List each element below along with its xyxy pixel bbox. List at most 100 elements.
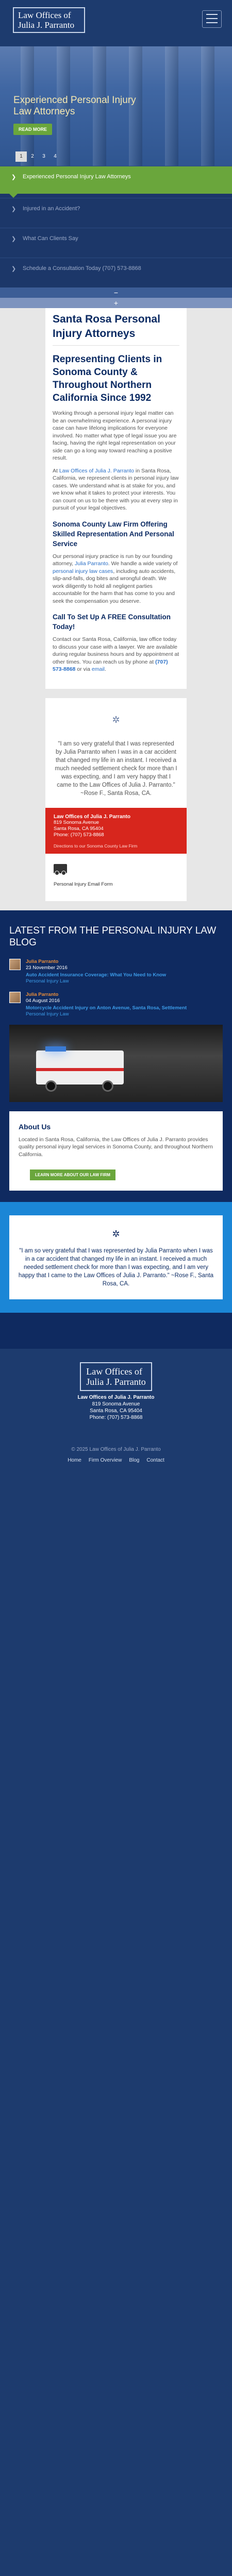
footer-address: Law Offices of Julia J. Parranto 819 Son… — [0, 1394, 232, 1421]
slide-dot-3[interactable]: 3 — [38, 151, 49, 162]
slide-dot-2[interactable]: 2 — [27, 151, 38, 162]
tab-experienced-attorneys[interactable]: ❯ Experienced Personal Injury Law Attorn… — [0, 166, 232, 198]
paragraph-intro: Working through a personal injury legal … — [53, 410, 177, 461]
email-link[interactable]: email — [92, 666, 105, 672]
slide-dot-1[interactable]: 1 — [15, 151, 27, 162]
footer-firm: Law Offices of Julia J. Parranto — [77, 1395, 155, 1400]
testimonial-text: "I am so very grateful that I was repres… — [55, 740, 177, 796]
blog-post[interactable]: Julia Parranto 23 November 2016 Auto Acc… — [9, 958, 223, 985]
spacer — [0, 1313, 232, 1349]
lead-heading: Representing Clients in Sonoma County & … — [53, 354, 162, 403]
post-title[interactable]: Auto Accident Insurance Coverage: What Y… — [26, 972, 166, 978]
expand-bar[interactable]: + — [0, 298, 232, 308]
learn-more-button[interactable]: LEARN MORE ABOUT OUR LAW FIRM — [30, 1170, 115, 1180]
blog-post[interactable]: Julia Parranto 04 August 2016 Motorcycle… — [9, 991, 223, 1018]
tab-label: Injured in an Accident? — [23, 206, 80, 212]
tab-schedule-consultation[interactable]: ❯ Schedule a Consultation Today (707) 57… — [0, 258, 232, 287]
about-card: About Us Located in Santa Rosa, Californ… — [9, 1111, 223, 1191]
footer-link-contact[interactable]: Contact — [146, 1458, 164, 1463]
tab-clients-say[interactable]: ❯ What Can Clients Say — [0, 228, 232, 258]
chevron-right-icon: ❯ — [11, 174, 16, 180]
post-author[interactable]: Julia Parranto — [26, 992, 187, 998]
page: Law Offices of Julia J. Parranto Experie… — [0, 0, 232, 1473]
office-city: Santa Rosa, CA 95404 — [54, 825, 104, 832]
chevron-right-icon: ❯ — [11, 236, 16, 242]
logo-line-2: Julia J. Parranto — [86, 1377, 146, 1387]
attorney-link[interactable]: Julia Parranto — [75, 561, 108, 567]
tab-injured[interactable]: ❯ Injured in an Accident? — [0, 198, 232, 228]
paragraph-practice: Our personal injury practice is run by o… — [53, 553, 179, 605]
footer-link-blog[interactable]: Blog — [129, 1458, 139, 1463]
site-header: Law Offices of Julia J. Parranto — [0, 0, 232, 46]
text: or via — [75, 666, 92, 672]
blog-heading: LATEST FROM THE PERSONAL INJURY LAW BLOG — [9, 925, 217, 948]
post-date: 23 November 2016 — [26, 964, 68, 971]
text: . We handle a wide variety of — [108, 561, 178, 567]
paragraph-firm: At Law Offices of Julia J. Parranto in S… — [53, 467, 179, 512]
text: in Santa Rosa, California, we represent … — [53, 467, 179, 512]
truck-icon — [54, 863, 67, 875]
collapse-bar[interactable]: − — [0, 287, 232, 298]
hamburger-menu-icon[interactable] — [202, 10, 222, 28]
author-avatar — [9, 991, 21, 1003]
testimonial-text: "I am so very grateful that I was repres… — [18, 1248, 214, 1287]
ambulance-image — [9, 1024, 223, 1102]
chevron-right-icon: ❯ — [11, 266, 16, 272]
chevron-right-icon: ❯ — [11, 206, 16, 212]
post-title[interactable]: Motorcycle Accident Injury on Anton Aven… — [26, 1005, 187, 1011]
text: . — [104, 666, 106, 672]
email-form-card[interactable]: Personal Injury Email Form — [45, 853, 187, 901]
quote-icon: ✲ — [112, 714, 120, 725]
about-heading: About Us — [19, 1122, 51, 1131]
office-firm-name: Law Offices of Julia J. Parranto — [54, 814, 130, 820]
slider-tabs: ❯ Experienced Personal Injury Law Attorn… — [0, 166, 232, 287]
page-title: Santa Rosa Personal Injury Attorneys — [53, 312, 179, 346]
footer-link-home[interactable]: Home — [68, 1458, 81, 1463]
slide-dot-4[interactable]: 4 — [49, 151, 61, 162]
office-phone[interactable]: Phone: (707) 573-8868 — [54, 832, 178, 838]
quote-icon: ✲ — [112, 1229, 120, 1239]
author-avatar — [9, 958, 21, 970]
slider-pagination: 1 2 3 4 — [15, 151, 61, 162]
tab-label: Schedule a Consultation Today (707) 573-… — [23, 265, 141, 272]
subheading-representation: Sonoma County Law Firm Offering Skilled … — [53, 520, 174, 548]
testimonial-section: ✲ "I am so very grateful that I was repr… — [0, 1202, 232, 1313]
hero-slider: Experienced Personal Injury Law Attorney… — [0, 46, 232, 166]
logo-line-2: Julia J. Parranto — [18, 20, 75, 30]
post-category[interactable]: Personal Injury Law — [26, 978, 166, 985]
testimonial-card: ✲ "I am so very grateful that I was repr… — [45, 698, 187, 808]
footer-phone[interactable]: Phone: (707) 573-8868 — [90, 1415, 143, 1420]
office-info: Law Offices of Julia J. Parranto 819 Son… — [45, 807, 187, 854]
post-category[interactable]: Personal Injury Law — [26, 1011, 187, 1018]
read-more-button[interactable]: READ MORE — [13, 124, 53, 135]
logo-line-1: Law Offices of — [86, 1366, 142, 1377]
footer-nav: Home Firm Overview Blog Contact — [0, 1458, 232, 1463]
testimonial-card: ✲ "I am so very grateful that I was repr… — [9, 1215, 223, 1299]
footer-link-firm-overview[interactable]: Firm Overview — [89, 1458, 122, 1463]
footer-city: Santa Rosa, CA 95404 — [90, 1408, 142, 1414]
content-wrapper: Santa Rosa Personal Injury Attorneys Rep… — [0, 308, 232, 910]
site-logo[interactable]: Law Offices of Julia J. Parranto — [13, 7, 85, 33]
footer-logo[interactable]: Law Offices of Julia J. Parranto — [80, 1362, 152, 1391]
logo-line-1: Law Offices of — [18, 10, 71, 20]
copyright: © 2025 Law Offices of Julia J. Parranto — [71, 1447, 161, 1452]
hero-title: Experienced Personal Injury Law Attorney… — [13, 95, 136, 117]
footer-street: 819 Sonoma Avenue — [92, 1401, 140, 1407]
post-author[interactable]: Julia Parranto — [26, 959, 166, 965]
firm-link[interactable]: Law Offices of Julia J. Parranto — [59, 468, 134, 474]
office-street: 819 Sonoma Avenue — [54, 819, 100, 825]
post-date: 04 August 2016 — [26, 997, 60, 1004]
about-text: Located in Santa Rosa, California, the L… — [19, 1136, 213, 1158]
sidebar-column: ✲ "I am so very grateful that I was repr… — [45, 698, 187, 901]
main-content: Santa Rosa Personal Injury Attorneys Rep… — [45, 308, 187, 689]
paragraph-contact: Contact our Santa Rosa, California, law … — [53, 636, 179, 673]
about-wrapper: About Us Located in Santa Rosa, Californ… — [0, 1111, 232, 1191]
subheading-consultation: Call To Set Up A FREE Consultation Today… — [53, 613, 171, 631]
practice-areas-link[interactable]: personal injury law cases — [53, 568, 113, 574]
footer: Law Offices of Julia J. Parranto Law Off… — [0, 1349, 232, 1431]
blog-section: LATEST FROM THE PERSONAL INJURY LAW BLOG… — [0, 910, 232, 1111]
directions-link[interactable]: Directions to our Sonoma County Law Firm — [54, 843, 178, 849]
tab-label: Experienced Personal Injury Law Attorney… — [23, 174, 131, 180]
email-form-label[interactable]: Personal Injury Email Form — [54, 882, 178, 887]
text: At — [53, 467, 59, 474]
